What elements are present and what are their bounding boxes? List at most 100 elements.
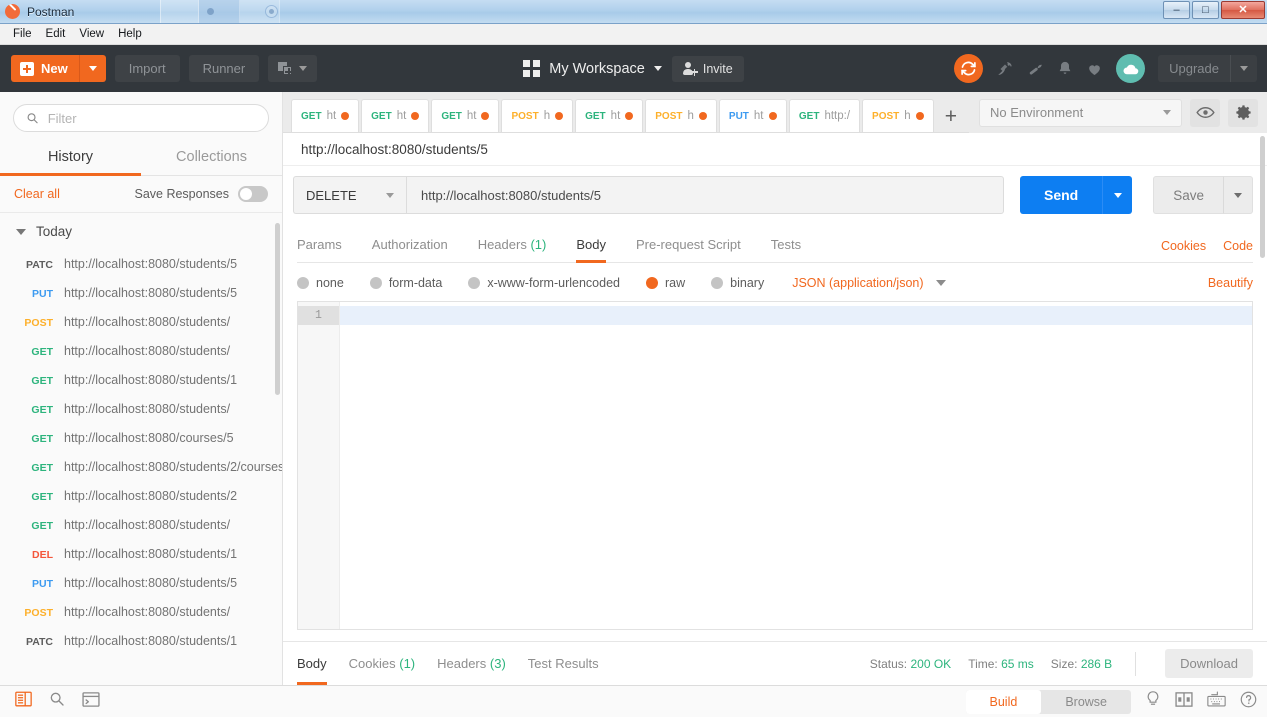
workspace-selector[interactable]: My Workspace [523, 60, 662, 77]
environment-select[interactable]: No Environment [979, 98, 1182, 127]
request-tab[interactable]: GET ht [291, 99, 360, 132]
bulb-icon[interactable] [1145, 690, 1161, 713]
save-dropdown[interactable] [1223, 176, 1253, 214]
menu-item-file[interactable]: File [6, 26, 39, 42]
heart-icon[interactable] [1086, 61, 1103, 77]
response-tab-test-results[interactable]: Test Results [528, 643, 599, 685]
body-option-form-data[interactable]: form-data [369, 276, 442, 290]
filter-box[interactable] [13, 104, 269, 132]
build-tab[interactable]: Build [965, 689, 1042, 714]
list-item[interactable]: GET http://localhost:8080/students/ [0, 511, 282, 540]
list-item[interactable]: GET http://localhost:8080/students/ [0, 395, 282, 424]
body-option-x-www-form-urlencoded[interactable]: x-www-form-urlencoded [468, 276, 620, 290]
tab-headers[interactable]: Headers (1) [478, 230, 547, 262]
radio-icon[interactable] [297, 277, 309, 289]
list-item[interactable]: POST http://localhost:8080/students/ [0, 598, 282, 627]
help-icon[interactable] [1240, 691, 1257, 713]
save-responses-toggle[interactable]: Save Responses [134, 186, 268, 202]
beautify-button[interactable]: Beautify [1208, 276, 1253, 290]
list-item[interactable]: PUT http://localhost:8080/students/5 [0, 279, 282, 308]
editor-line[interactable] [340, 306, 1252, 325]
code-link[interactable]: Code [1223, 239, 1253, 253]
tab-collections[interactable]: Collections [141, 140, 282, 175]
content-type-select[interactable]: JSON (application/json) [792, 276, 946, 290]
request-tab[interactable]: POST h [645, 99, 717, 132]
sync-icon[interactable] [954, 54, 984, 83]
clear-all-button[interactable]: Clear all [14, 187, 60, 201]
list-item[interactable]: PUT http://localhost:8080/students/5 [0, 569, 282, 598]
list-item[interactable]: GET http://localhost:8080/students/1 [0, 366, 282, 395]
list-item[interactable]: PATC http://localhost:8080/students/5 [0, 250, 282, 279]
close-button[interactable]: ✕ [1221, 1, 1265, 19]
radio-icon[interactable] [369, 277, 382, 289]
url-input[interactable]: http://localhost:8080/students/5 [406, 176, 1004, 214]
body-option-raw[interactable]: raw [646, 276, 685, 290]
radio-icon[interactable] [646, 277, 658, 289]
console-icon[interactable] [82, 691, 100, 712]
cloud-icon[interactable] [1116, 54, 1146, 83]
list-item[interactable]: POST http://localhost:8080/students/ [0, 308, 282, 337]
list-item[interactable]: GET http://localhost:8080/students/2/cour… [0, 453, 282, 482]
method-select[interactable]: DELETE [293, 176, 406, 214]
browse-tab[interactable]: Browse [1041, 690, 1131, 714]
tab-pre-request-script[interactable]: Pre-request Script [636, 230, 741, 262]
download-button[interactable]: Download [1165, 649, 1253, 678]
upgrade-button[interactable]: Upgrade [1158, 55, 1257, 82]
response-tab-body[interactable]: Body [297, 643, 327, 685]
toggle-switch[interactable] [238, 186, 268, 202]
history-list[interactable]: Today PATC http://localhost:8080/students… [0, 213, 282, 685]
keyboard-icon[interactable] [1207, 691, 1226, 712]
gear-icon[interactable] [1228, 98, 1258, 127]
list-item[interactable]: GET http://localhost:8080/courses/5 [0, 424, 282, 453]
list-item[interactable]: PATC http://localhost:8080/students/1 [0, 627, 282, 656]
editor-code-area[interactable] [340, 302, 1252, 629]
send-button[interactable]: Send [1019, 176, 1103, 214]
response-tab-headers[interactable]: Headers (3) [437, 643, 506, 685]
maximize-button[interactable]: □ [1192, 1, 1219, 19]
tab-body[interactable]: Body [576, 230, 606, 263]
invite-button[interactable]: Invite [671, 55, 744, 82]
radio-icon[interactable] [711, 277, 724, 289]
menu-item-help[interactable]: Help [111, 26, 149, 42]
body-option-binary[interactable]: binary [711, 276, 764, 290]
sidebar-scrollbar[interactable] [275, 223, 280, 395]
layout-icon[interactable] [1175, 691, 1193, 712]
bell-icon[interactable] [1057, 60, 1073, 77]
tab-params[interactable]: Params [297, 230, 342, 262]
radio-icon[interactable] [468, 277, 481, 289]
minimize-button[interactable]: – [1163, 1, 1190, 19]
body-option-none[interactable]: none [297, 276, 344, 290]
upgrade-dropdown[interactable] [1230, 55, 1257, 82]
new-button[interactable]: New [11, 55, 106, 82]
eye-icon[interactable] [1190, 98, 1220, 127]
search-icon[interactable] [49, 691, 65, 712]
body-editor[interactable]: 1 [297, 301, 1253, 630]
tab-authorization[interactable]: Authorization [372, 230, 448, 262]
request-tab[interactable]: PUT ht [718, 99, 787, 132]
satellite-icon[interactable] [996, 60, 1014, 78]
tab-tests[interactable]: Tests [771, 230, 801, 262]
build-browse-switch[interactable]: Build Browse [965, 689, 1131, 714]
request-tab[interactable]: POST h [501, 99, 574, 132]
add-tab-button[interactable]: + [936, 106, 966, 132]
import-button[interactable]: Import [114, 55, 180, 82]
list-item[interactable]: DEL http://localhost:8080/students/1 [0, 540, 282, 569]
response-tab-cookies[interactable]: Cookies (1) [349, 643, 415, 685]
save-button[interactable]: Save [1153, 176, 1223, 214]
content-scrollbar[interactable] [1260, 136, 1265, 258]
request-tab[interactable]: GET ht [361, 99, 430, 132]
request-tab[interactable]: GET ht [431, 99, 500, 132]
window-controls[interactable]: – □ ✕ [1163, 1, 1265, 19]
menu-item-edit[interactable]: Edit [39, 26, 73, 42]
new-window-button[interactable] [268, 55, 318, 82]
request-tab[interactable]: GET http:/ [788, 99, 861, 132]
runner-button[interactable]: Runner [188, 55, 260, 82]
wrench-icon[interactable] [1027, 60, 1044, 77]
send-dropdown[interactable] [1102, 176, 1133, 214]
history-group-today[interactable]: Today [0, 213, 282, 250]
sidebar-toggle-icon[interactable] [15, 691, 32, 712]
new-button-dropdown[interactable] [78, 55, 106, 82]
list-item[interactable]: GET http://localhost:8080/students/ [0, 337, 282, 366]
menu-item-view[interactable]: View [72, 26, 111, 42]
request-tab[interactable]: POST h [862, 99, 934, 132]
